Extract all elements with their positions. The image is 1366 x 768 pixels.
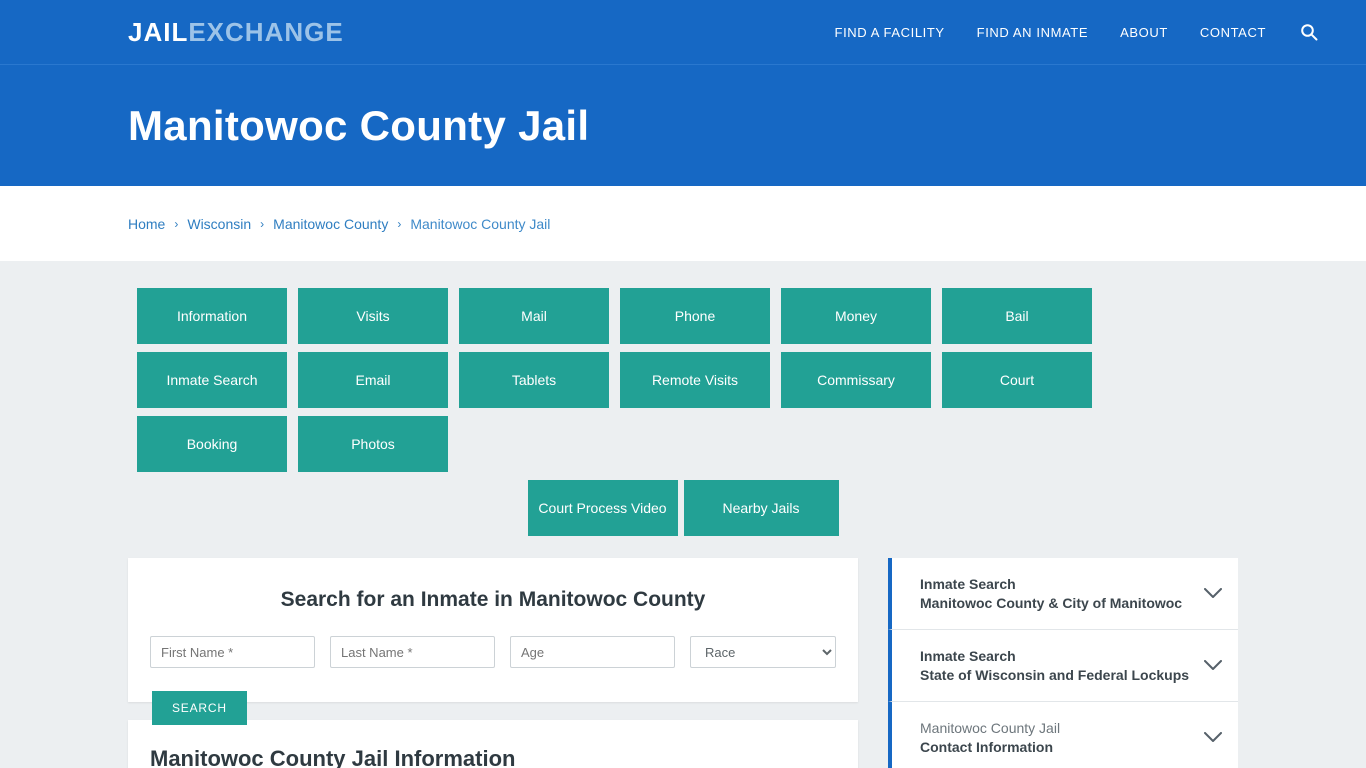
- logo-text-secondary: EXCHANGE: [188, 16, 344, 47]
- category-button-grid: Information Visits Mail Phone Money Bail…: [137, 288, 1229, 536]
- accordion-item-text: Inmate Search State of Wisconsin and Fed…: [920, 647, 1202, 685]
- accordion-item-line1: Manitowoc County Jail: [920, 719, 1061, 736]
- tile-court[interactable]: Court: [942, 352, 1092, 408]
- accordion-item-line2: State of Wisconsin and Federal Lockups: [920, 666, 1190, 683]
- breadcrumb-item-current: Manitowoc County Jail: [410, 215, 551, 232]
- tile-inmate-search[interactable]: Inmate Search: [137, 352, 287, 408]
- inmate-search-card: Search for an Inmate in Manitowoc County…: [128, 558, 858, 725]
- main-nav: FIND A FACILITY FIND AN INMATE ABOUT CON…: [835, 21, 1342, 43]
- accordion-item-line2: Contact Information: [920, 738, 1053, 755]
- category-button-row-3: Court Process Video Nearby Jails: [137, 480, 1229, 536]
- breadcrumb-separator-icon: ›: [260, 216, 265, 231]
- tile-remote-visits[interactable]: Remote Visits: [620, 352, 770, 408]
- tile-commissary[interactable]: Commissary: [781, 352, 931, 408]
- accordion-item-inmate-search-county[interactable]: Inmate Search Manitowoc County & City of…: [888, 558, 1238, 630]
- breadcrumb: Home › Wisconsin › Manitowoc County › Ma…: [0, 186, 1366, 261]
- nav-item-find-an-inmate[interactable]: FIND AN INMATE: [977, 25, 1088, 40]
- jail-information-card: Manitowoc County Jail Information: [128, 720, 858, 768]
- sidebar-accordion: Inmate Search Manitowoc County & City of…: [888, 558, 1238, 768]
- tile-phone[interactable]: Phone: [620, 288, 770, 344]
- page-title: Manitowoc County Jail: [128, 101, 590, 149]
- chevron-down-icon[interactable]: [1202, 727, 1224, 749]
- accordion-item-line1: Inmate Search: [920, 647, 1016, 664]
- accordion-item-line1: Inmate Search: [920, 575, 1016, 592]
- tile-visits[interactable]: Visits: [298, 288, 448, 344]
- site-logo[interactable]: JAILEXCHANGE: [128, 17, 344, 48]
- tile-bail[interactable]: Bail: [942, 288, 1092, 344]
- tile-money[interactable]: Money: [781, 288, 931, 344]
- breadcrumb-item-home[interactable]: Home: [128, 216, 165, 232]
- nav-item-about[interactable]: ABOUT: [1120, 25, 1168, 40]
- left-column: Search for an Inmate in Manitowoc County…: [128, 558, 858, 768]
- search-button[interactable]: SEARCH: [152, 691, 247, 725]
- tile-mail[interactable]: Mail: [459, 288, 609, 344]
- inmate-search-title: Search for an Inmate in Manitowoc County: [280, 588, 706, 611]
- accordion-item-line2: Manitowoc County & City of Manitowoc: [920, 594, 1183, 611]
- chevron-down-icon[interactable]: [1202, 583, 1224, 605]
- nav-item-find-a-facility[interactable]: FIND A FACILITY: [835, 25, 945, 40]
- logo-text-primary: JAIL: [128, 16, 189, 47]
- top-navigation-bar: JAILEXCHANGE FIND A FACILITY FIND AN INM…: [0, 0, 1366, 64]
- tile-photos[interactable]: Photos: [298, 416, 448, 472]
- tile-booking[interactable]: Booking: [137, 416, 287, 472]
- content-columns: Search for an Inmate in Manitowoc County…: [128, 558, 1238, 768]
- tile-information[interactable]: Information: [137, 288, 287, 344]
- race-select[interactable]: Race: [690, 636, 836, 668]
- search-icon[interactable]: [1298, 21, 1320, 43]
- tile-court-process-video[interactable]: Court Process Video: [527, 480, 678, 536]
- jail-information-title: Manitowoc County Jail Information: [150, 746, 516, 768]
- hero-banner: Manitowoc County Jail: [0, 64, 1366, 186]
- breadcrumb-separator-icon: ›: [397, 216, 402, 231]
- accordion-item-text: Inmate Search Manitowoc County & City of…: [920, 575, 1202, 613]
- chevron-down-icon[interactable]: [1202, 655, 1224, 677]
- page-content: Information Visits Mail Phone Money Bail…: [0, 261, 1366, 768]
- inmate-search-fields: Race: [150, 636, 836, 668]
- breadcrumb-item-manitowoc-county[interactable]: Manitowoc County: [273, 216, 388, 232]
- accordion-item-text: Manitowoc County Jail Contact Informatio…: [920, 719, 1202, 757]
- accordion-item-contact-information[interactable]: Manitowoc County Jail Contact Informatio…: [888, 702, 1238, 768]
- tile-tablets[interactable]: Tablets: [459, 352, 609, 408]
- age-input[interactable]: [510, 636, 675, 668]
- nav-item-contact[interactable]: CONTACT: [1200, 25, 1266, 40]
- breadcrumb-item-wisconsin[interactable]: Wisconsin: [187, 216, 251, 232]
- last-name-input[interactable]: [330, 636, 495, 668]
- first-name-input[interactable]: [150, 636, 315, 668]
- tile-email[interactable]: Email: [298, 352, 448, 408]
- tile-nearby-jails[interactable]: Nearby Jails: [683, 480, 839, 536]
- breadcrumb-separator-icon: ›: [174, 216, 179, 231]
- accordion-item-inmate-search-state[interactable]: Inmate Search State of Wisconsin and Fed…: [888, 630, 1238, 702]
